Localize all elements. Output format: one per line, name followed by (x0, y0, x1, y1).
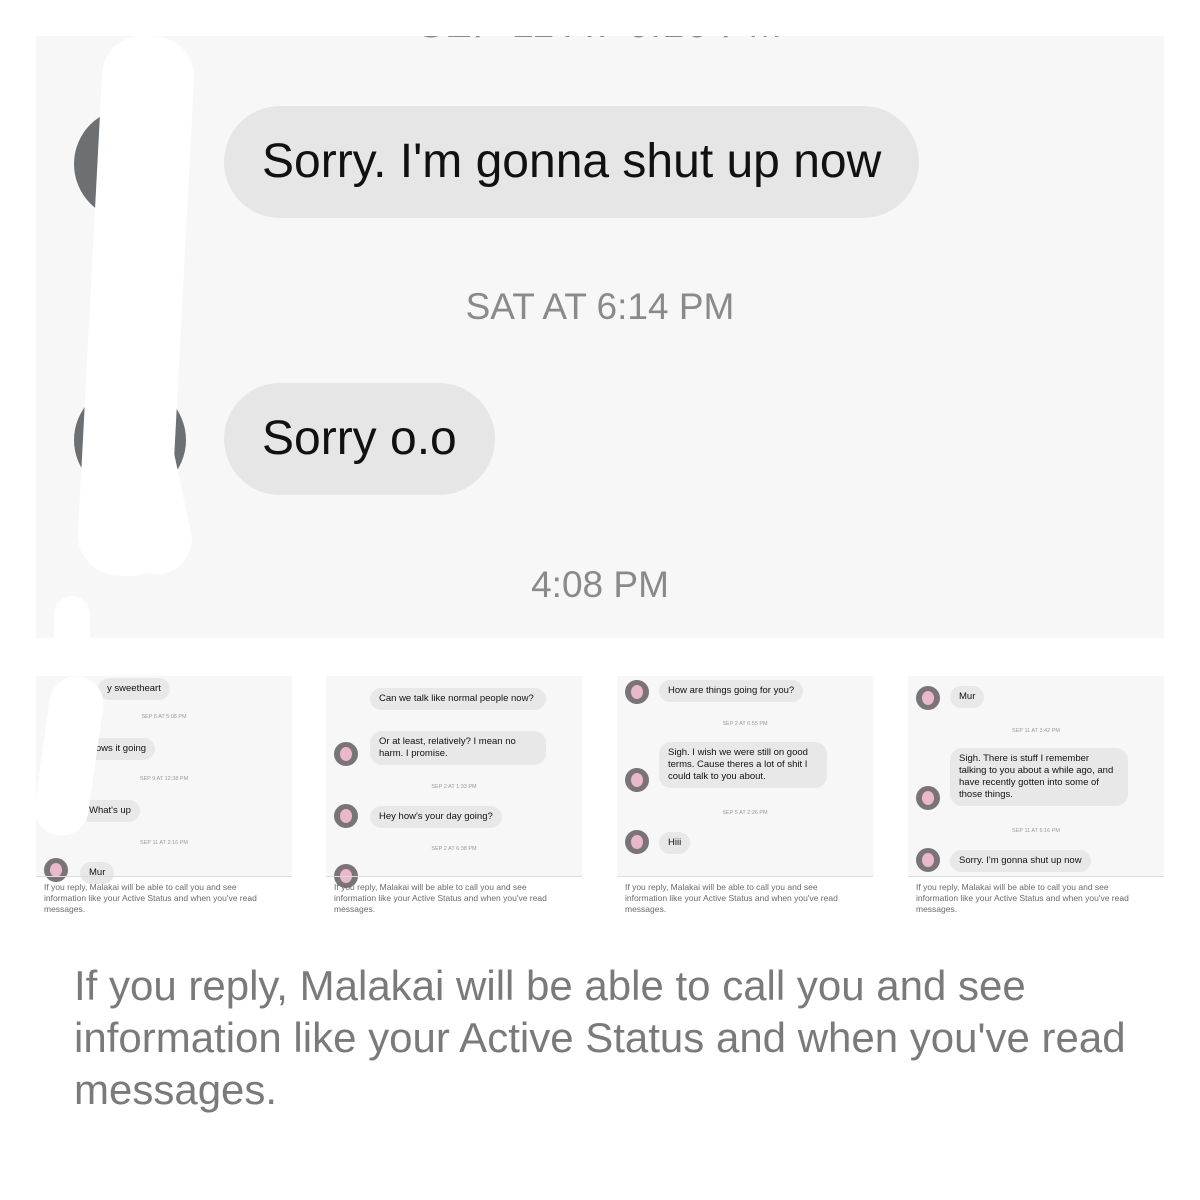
timestamp-partial: SEP 11 AT 6:16 PM (36, 36, 1164, 47)
thumb-avatar-icon (916, 686, 940, 710)
thumb-message: Mur (80, 862, 115, 884)
timestamp: 4:08 PM (531, 564, 669, 605)
thumb-avatar-icon (916, 786, 940, 810)
conversation-panel: SEP 11 AT 6:16 PM Sorry. I'm gonna shut … (36, 36, 1164, 638)
thumb-message: Mur (950, 686, 985, 708)
thumb-avatar-icon (916, 848, 940, 872)
thumb-message: Hiii (659, 832, 691, 854)
thumb-avatar-icon (44, 858, 68, 882)
thumb-message: Sigh. There is stuff I remember talking … (950, 748, 1128, 806)
thumb-timestamp: SEP 2 AT 1:33 PM (431, 784, 477, 790)
redaction-scribble (54, 596, 90, 638)
thumb-message: How are things going for you? (659, 680, 804, 702)
thumbnail-3[interactable]: How are things going for you? SEP 2 AT 6… (617, 676, 873, 921)
thumb-message: Sigh. I wish we were still on good terms… (659, 742, 827, 788)
thumb-timestamp: SEP 2 AT 6:55 PM (722, 721, 768, 727)
thumb-footer: If you reply, Malakai will be able to ca… (916, 882, 1129, 914)
message-bubble[interactable]: Sorry. I'm gonna shut up now (224, 106, 920, 218)
thumb-avatar-icon (334, 804, 358, 828)
thumb-message: Hey how's your day going? (370, 806, 502, 828)
thumb-footer: If you reply, Malakai will be able to ca… (625, 882, 838, 914)
thumbnail-2[interactable]: Can we talk like normal people now? Or a… (326, 676, 582, 921)
thumb-timestamp: SEP 11 AT 3:42 PM (1012, 728, 1060, 734)
thumb-timestamp: SEP 11 AT 6:16 PM (1012, 828, 1060, 834)
thumb-message: Sorry. I'm gonna shut up now (950, 850, 1091, 872)
thumb-timestamp: SEP 2 AT 6:38 PM (431, 846, 477, 852)
reply-notice: If you reply, Malakai will be able to ca… (74, 962, 1126, 1113)
thumb-avatar-icon (625, 768, 649, 792)
screenshot-thumbnails: y sweetheart SEP 8 AT 5:08 PM Hows it go… (36, 676, 1164, 921)
thumb-avatar-icon (334, 742, 358, 766)
thumb-timestamp: SEP 11 AT 2:16 PM (140, 840, 188, 846)
thumb-avatar-icon (625, 830, 649, 854)
timestamp: SAT AT 6:14 PM (465, 286, 735, 327)
thumbnail-1[interactable]: y sweetheart SEP 8 AT 5:08 PM Hows it go… (36, 676, 292, 921)
thumb-footer: If you reply, Malakai will be able to ca… (44, 882, 257, 914)
thumbnail-4[interactable]: Mur SEP 11 AT 3:42 PM Sigh. There is stu… (908, 676, 1164, 921)
thumb-avatar-icon (625, 680, 649, 704)
thumb-message: Or at least, relatively? I mean no harm.… (370, 731, 546, 765)
message-bubble[interactable]: Sorry o.o (224, 383, 495, 495)
thumb-message: y sweetheart (98, 678, 170, 700)
thumb-message: Can we talk like normal people now? (370, 688, 546, 710)
thumb-timestamp: SEP 5 AT 2:26 PM (722, 810, 768, 816)
thumb-footer: If you reply, Malakai will be able to ca… (334, 882, 547, 914)
